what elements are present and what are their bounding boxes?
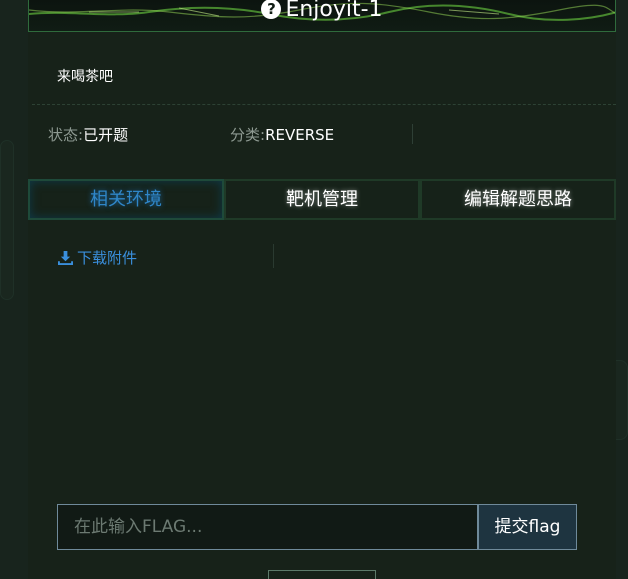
- challenge-title-bar: ? Enjoyit-1: [28, 0, 616, 32]
- meta-separator: [412, 124, 413, 144]
- tab-environment[interactable]: 相关环境: [28, 179, 224, 220]
- challenge-description: 来喝茶吧: [57, 69, 113, 85]
- category-label: 分类:: [230, 126, 266, 144]
- background-decoration: [0, 140, 14, 300]
- challenge-tabs: 相关环境 靶机管理 编辑解题思路: [28, 179, 616, 220]
- status-field: 状态:已开题: [48, 124, 128, 145]
- divider: [32, 104, 616, 105]
- download-attachment-link[interactable]: 下载附件: [58, 247, 137, 268]
- submit-flag-button[interactable]: 提交flag: [478, 504, 577, 550]
- divider: [273, 244, 274, 268]
- category-field: 分类:REVERSE: [230, 124, 334, 145]
- bottom-button-partial[interactable]: [268, 570, 376, 579]
- status-label: 状态:: [48, 126, 84, 144]
- download-attachment-label: 下载附件: [77, 249, 138, 267]
- status-value: 已开题: [83, 126, 129, 144]
- challenge-title: ? Enjoyit-1: [29, 0, 615, 26]
- category-value: REVERSE: [265, 126, 335, 144]
- challenge-panel: [28, 0, 616, 579]
- challenge-title-text: Enjoyit-1: [285, 0, 383, 22]
- question-circle-icon[interactable]: ?: [261, 0, 282, 19]
- tab-edit-writeup[interactable]: 编辑解题思路: [420, 179, 616, 220]
- download-icon: [58, 250, 73, 265]
- flag-input[interactable]: [57, 504, 478, 550]
- page: ? Enjoyit-1 来喝茶吧 状态:已开题 分类:REVERSE 相关环境 靶…: [0, 0, 628, 579]
- tab-target-machine[interactable]: 靶机管理: [224, 179, 420, 220]
